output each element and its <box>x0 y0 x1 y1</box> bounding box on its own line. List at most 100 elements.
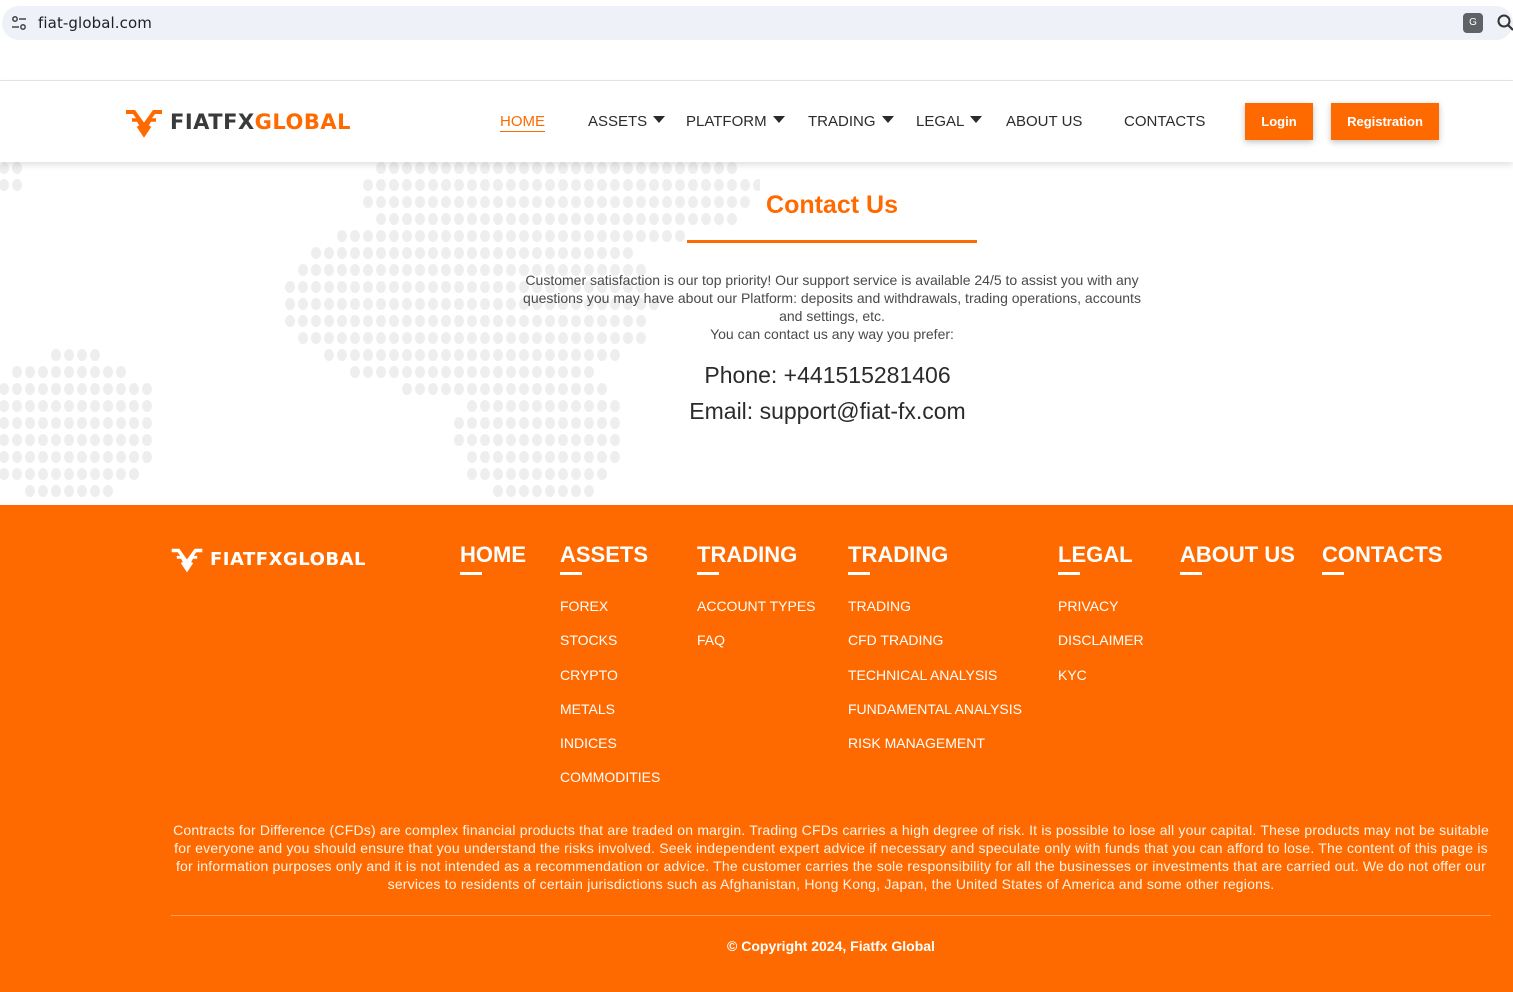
map-dot <box>493 298 503 310</box>
footer-link[interactable]: RISK MANAGEMENT <box>848 726 1022 760</box>
footer-heading[interactable]: ASSETS <box>560 542 660 568</box>
map-dot <box>584 434 594 446</box>
nav-label: HOME <box>500 113 545 132</box>
map-dot <box>51 434 61 446</box>
map-dot <box>350 315 360 327</box>
login-button[interactable]: Login <box>1245 103 1313 140</box>
translate-icon[interactable]: G <box>1463 13 1483 33</box>
footer-link[interactable]: INDICES <box>560 726 660 760</box>
map-dot <box>350 332 360 344</box>
map-dot <box>597 179 607 191</box>
map-dot <box>389 264 399 276</box>
footer-link[interactable]: FUNDAMENTAL ANALYSIS <box>848 692 1022 726</box>
map-dot <box>415 366 425 378</box>
footer-link[interactable]: KYC <box>1058 658 1144 692</box>
footer-heading[interactable]: ABOUT US <box>1180 542 1295 568</box>
map-dot <box>571 468 581 480</box>
map-dot <box>0 179 9 191</box>
email-line[interactable]: Email: support@fiat-fx.com <box>560 398 1095 425</box>
map-dot <box>363 247 373 259</box>
map-dot <box>480 468 490 480</box>
map-dot <box>103 383 113 395</box>
map-dot <box>376 230 386 242</box>
nav-trading[interactable]: TRADING <box>808 113 894 130</box>
map-dot <box>493 383 503 395</box>
map-dot <box>558 179 568 191</box>
footer-link[interactable]: TECHNICAL ANALYSIS <box>848 658 1022 692</box>
map-dot <box>25 468 35 480</box>
footer-link[interactable]: FOREX <box>560 589 660 623</box>
map-dot <box>532 468 542 480</box>
map-dot <box>480 366 490 378</box>
footer-link[interactable]: STOCKS <box>560 623 660 657</box>
phone-line[interactable]: Phone: +441515281406 <box>560 362 1095 389</box>
heading-underline <box>697 572 719 575</box>
map-dot <box>402 298 412 310</box>
site-logo[interactable]: FIATFXGLOBAL <box>124 105 351 139</box>
map-dot <box>441 213 451 225</box>
map-dot <box>285 315 295 327</box>
map-dot <box>532 400 542 412</box>
map-dot <box>649 213 659 225</box>
heading-underline <box>1322 572 1344 575</box>
map-dot <box>402 162 412 174</box>
nav-contacts[interactable]: CONTACTS <box>1124 113 1205 130</box>
map-dot <box>428 349 438 361</box>
logo-mark-icon <box>126 110 162 138</box>
map-dot <box>129 417 139 429</box>
map-dot <box>350 366 360 378</box>
map-dot <box>545 417 555 429</box>
map-dot <box>38 451 48 463</box>
footer-logo[interactable]: FIATFXGLOBAL <box>170 545 366 573</box>
map-dot <box>0 383 9 395</box>
map-dot <box>571 451 581 463</box>
footer-link[interactable]: METALS <box>560 692 660 726</box>
map-dot <box>532 417 542 429</box>
map-dot <box>571 179 581 191</box>
map-dot <box>337 247 347 259</box>
nav-label: PLATFORM <box>686 113 767 130</box>
map-dot <box>597 451 607 463</box>
tune-icon[interactable] <box>10 15 28 31</box>
footer-heading[interactable]: TRADING <box>697 542 816 568</box>
nav-legal[interactable]: LEGAL <box>916 113 983 130</box>
url-text[interactable]: fiat-global.com <box>38 14 152 32</box>
footer-heading[interactable]: CONTACTS <box>1322 542 1443 568</box>
footer-link[interactable]: FAQ <box>697 623 816 657</box>
footer-link[interactable]: COMMODITIES <box>560 760 660 794</box>
footer-heading[interactable]: HOME <box>460 542 526 568</box>
map-dot <box>532 349 542 361</box>
footer-heading[interactable]: TRADING <box>848 542 1022 568</box>
footer-link[interactable]: ACCOUNT TYPES <box>697 589 816 623</box>
footer-link[interactable]: CFD TRADING <box>848 623 1022 657</box>
footer-link[interactable]: CRYPTO <box>560 658 660 692</box>
footer-link[interactable]: DISCLAIMER <box>1058 623 1144 657</box>
registration-button[interactable]: Registration <box>1331 103 1439 140</box>
map-dot <box>467 451 477 463</box>
footer-link[interactable]: PRIVACY <box>1058 589 1144 623</box>
map-dot <box>584 179 594 191</box>
footer-heading[interactable]: LEGAL <box>1058 542 1144 568</box>
address-bar[interactable]: fiat-global.com G <box>2 6 1513 40</box>
nav-about-us[interactable]: ABOUT US <box>1006 113 1082 130</box>
map-dot <box>584 162 594 174</box>
map-dot <box>636 179 646 191</box>
map-dot <box>467 332 477 344</box>
map-dot <box>519 213 529 225</box>
nav-platform[interactable]: PLATFORM <box>686 113 785 130</box>
footer-link[interactable]: TRADING <box>848 589 1022 623</box>
map-dot <box>25 366 35 378</box>
map-dot <box>103 400 113 412</box>
map-dot <box>610 213 620 225</box>
map-dot <box>506 383 516 395</box>
map-dot <box>90 383 100 395</box>
map-dot <box>129 451 139 463</box>
map-dot <box>376 247 386 259</box>
nav-home[interactable]: HOME <box>500 113 545 132</box>
nav-assets[interactable]: ASSETS <box>588 113 666 130</box>
map-dot <box>363 332 373 344</box>
map-dot <box>142 434 152 446</box>
map-dot <box>363 298 373 310</box>
zoom-icon[interactable] <box>1496 12 1513 34</box>
map-dot <box>51 451 61 463</box>
